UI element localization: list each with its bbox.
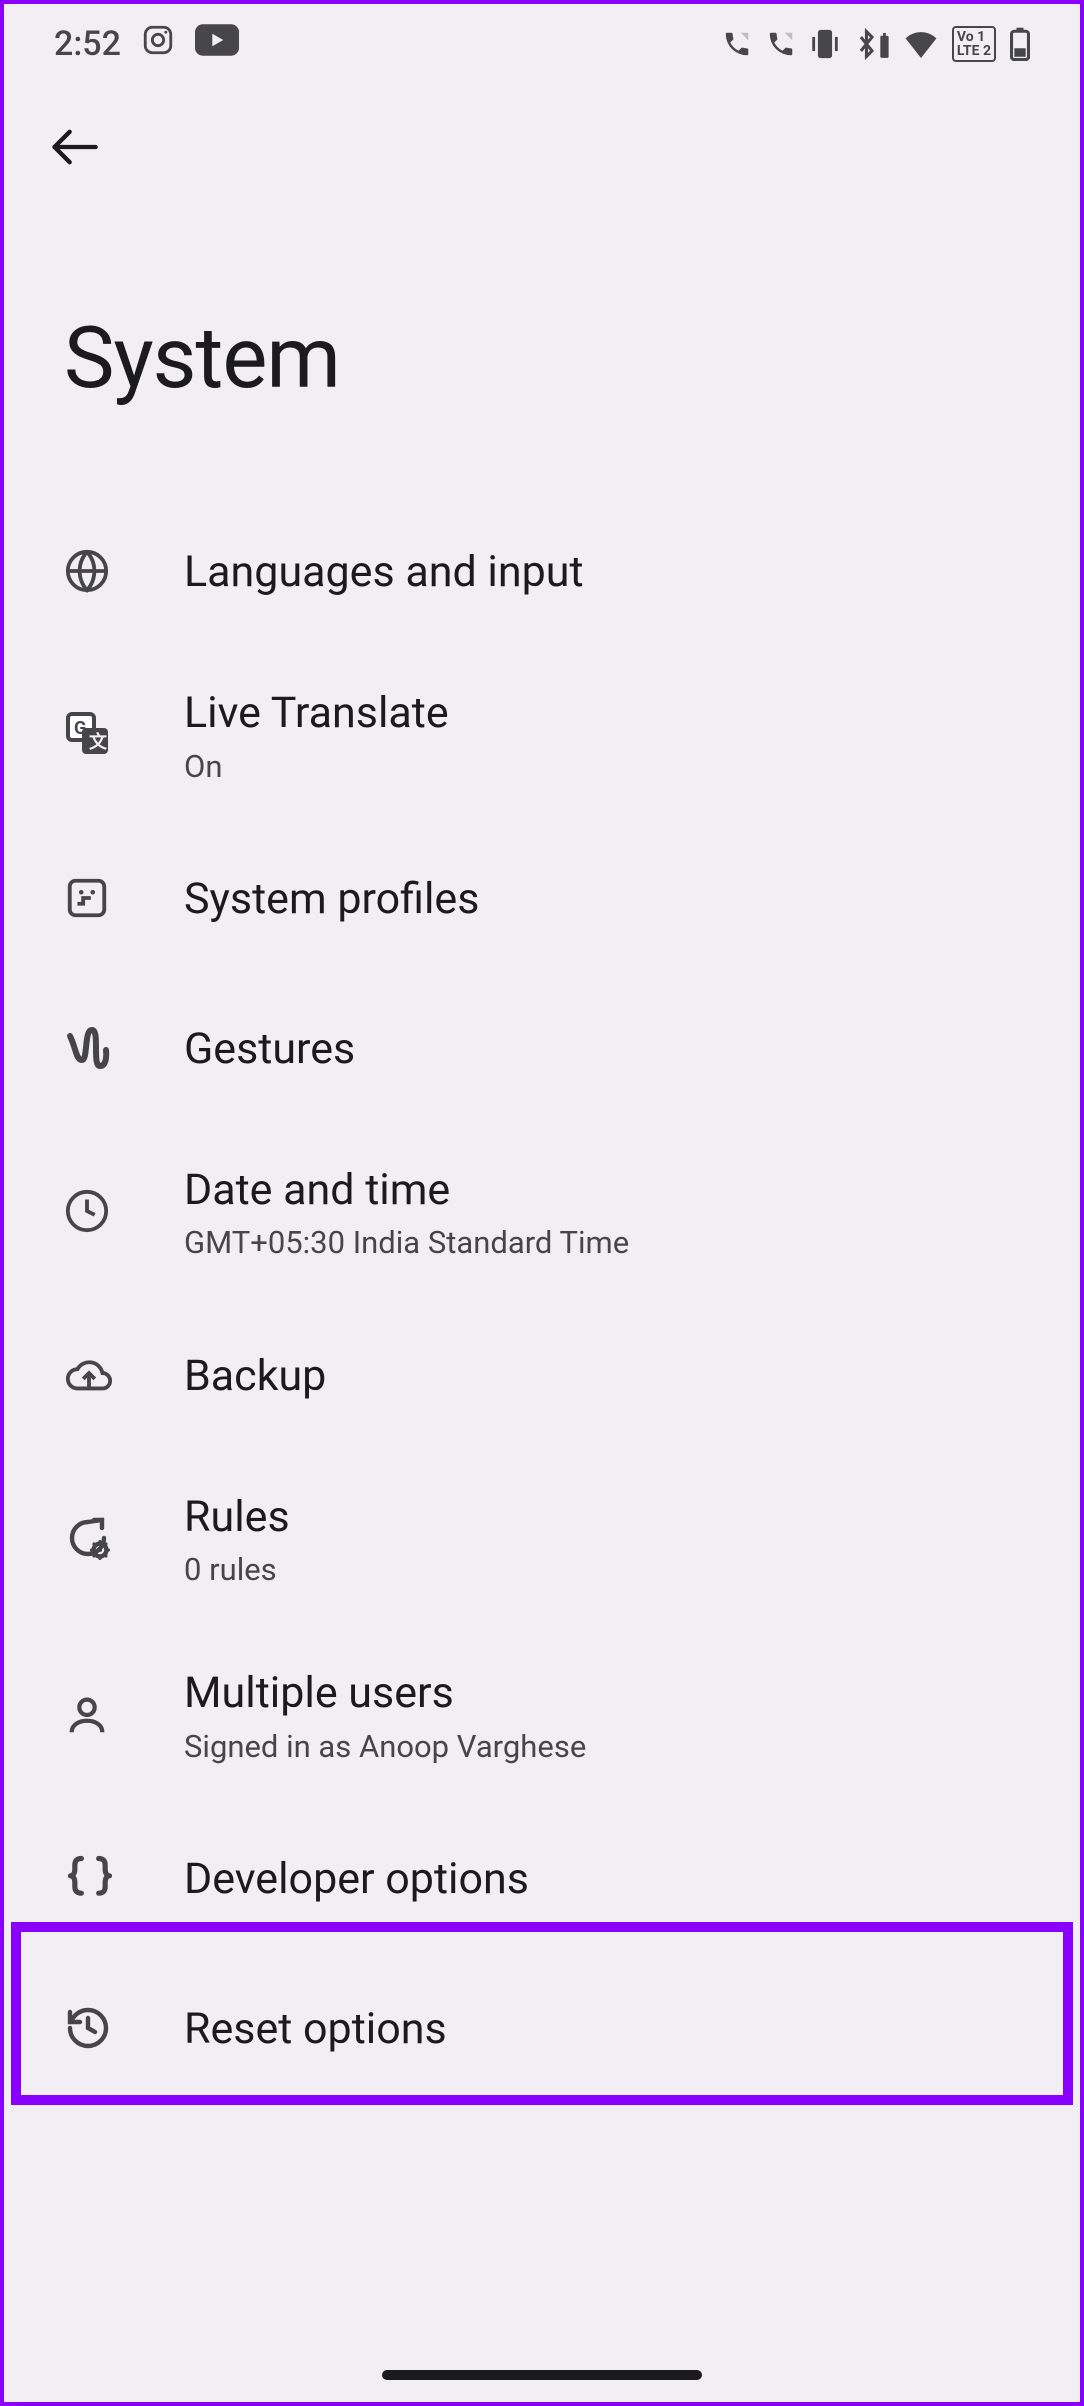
settings-list: Languages and input G文 Live Translate On… [4,498,1080,2105]
item-sublabel: On [184,748,1020,785]
bluetooth-battery-icon [854,27,890,61]
item-sublabel: GMT+05:30 India Standard Time [184,1224,1020,1261]
rules-icon [64,1514,112,1566]
status-time: 2:52 [54,24,121,64]
gesture-icon [64,1024,112,1076]
item-reset-options[interactable]: Reset options [4,1955,1080,2105]
call-icon-1 [722,29,752,59]
item-label: Reset options [184,2004,1020,2056]
status-left: 2:52 [54,23,239,66]
item-label: Date and time [184,1165,1020,1217]
history-icon [64,2004,112,2056]
gesture-nav-pill[interactable] [382,2370,702,2380]
person-icon [64,1692,110,1742]
item-gestures[interactable]: Gestures [4,975,1080,1125]
volte-icon: Vo 1 LTE 2 [952,26,996,62]
globe-icon [64,548,110,598]
app-toolbar [4,84,1080,178]
cloud-upload-icon [64,1355,114,1399]
arrow-back-icon [48,121,100,176]
item-date-time[interactable]: Date and time GMT+05:30 India Standard T… [4,1125,1080,1302]
page-title: System [4,178,1080,498]
back-button[interactable] [44,118,104,178]
braces-icon [64,1852,116,1908]
profiles-icon [64,875,110,925]
item-live-translate[interactable]: G文 Live Translate On [4,648,1080,825]
item-developer-options[interactable]: Developer options [4,1805,1080,1955]
item-backup[interactable]: Backup [4,1302,1080,1452]
vibrate-icon [810,27,840,61]
item-label: Developer options [184,1854,1020,1906]
item-multiple-users[interactable]: Multiple users Signed in as Anoop Varghe… [4,1628,1080,1805]
item-label: Live Translate [184,688,1020,740]
item-label: Gestures [184,1024,1020,1076]
item-label: Multiple users [184,1668,1020,1720]
battery-icon [1010,27,1030,61]
item-languages-input[interactable]: Languages and input [4,498,1080,648]
item-rules[interactable]: Rules 0 rules [4,1452,1080,1629]
item-sublabel: Signed in as Anoop Varghese [184,1728,1020,1765]
translate-icon: G文 [64,710,112,762]
call-icon-2 [766,29,796,59]
instagram-icon [141,23,175,66]
wifi-icon [904,30,938,58]
item-label: Rules [184,1492,1020,1544]
item-label: System profiles [184,874,1020,926]
item-system-profiles[interactable]: System profiles [4,825,1080,975]
status-right: Vo 1 LTE 2 [722,26,1030,62]
item-label: Languages and input [184,547,1020,599]
item-label: Backup [184,1351,1020,1403]
item-sublabel: 0 rules [184,1551,1020,1588]
youtube-icon [195,24,239,65]
clock-icon [64,1188,110,1238]
svg-text:文: 文 [89,731,108,753]
status-bar: 2:52 Vo 1 LTE 2 [4,4,1080,84]
